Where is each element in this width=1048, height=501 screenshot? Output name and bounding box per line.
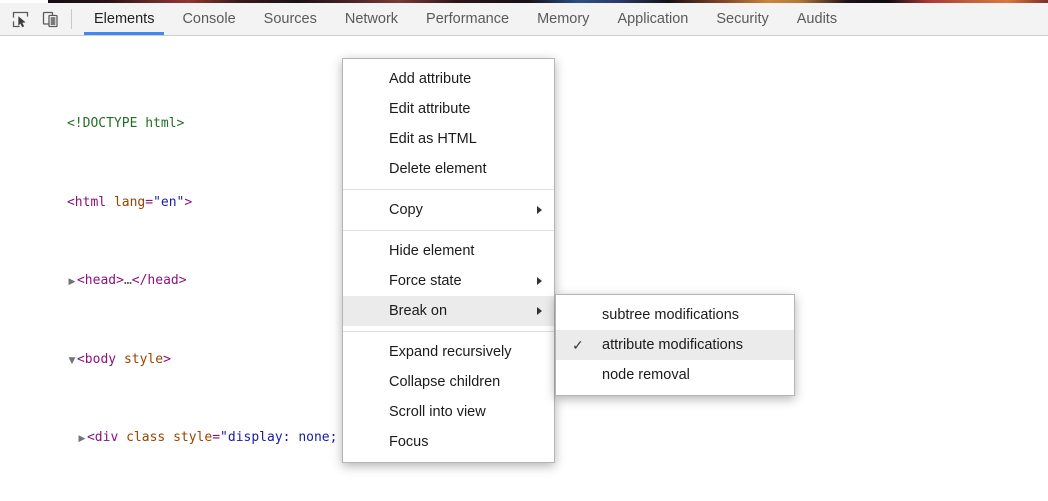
attr-name: lang <box>114 195 145 210</box>
submenu-item-subtree-modifications[interactable]: subtree modifications <box>556 300 794 330</box>
devtools-window: Elements Console Sources Network Perform… <box>0 0 1048 501</box>
menu-item-label: Copy <box>389 202 423 218</box>
menu-separator <box>343 189 554 190</box>
twisty-collapsed-icon[interactable]: ▶ <box>77 430 87 450</box>
tab-label: Performance <box>426 11 509 27</box>
devtools-toolbar: Elements Console Sources Network Perform… <box>0 3 1048 36</box>
menu-item-label: Edit as HTML <box>389 131 477 147</box>
tab-label: Application <box>617 11 688 27</box>
break-on-submenu[interactable]: subtree modifications ✓ attribute modific… <box>555 294 795 396</box>
tab-memory[interactable]: Memory <box>523 3 603 35</box>
tab-security[interactable]: Security <box>702 3 782 35</box>
menu-item-label: Break on <box>389 303 447 319</box>
tab-application[interactable]: Application <box>603 3 702 35</box>
doctype-text: <!DOCTYPE html> <box>67 116 184 131</box>
attr-name: style <box>124 352 163 367</box>
device-toolbar-icon[interactable] <box>35 3 65 35</box>
menu-item-scroll-into-view[interactable]: Scroll into view <box>343 397 554 427</box>
panel-tabs: Elements Console Sources Network Perform… <box>80 3 851 35</box>
twisty-collapsed-icon[interactable]: ▶ <box>67 273 77 293</box>
menu-item-expand-recursively[interactable]: Expand recursively <box>343 337 554 367</box>
menu-item-label: Delete element <box>389 161 487 177</box>
menu-item-force-state[interactable]: Force state <box>343 266 554 296</box>
submenu-item-attribute-modifications[interactable]: ✓ attribute modifications <box>556 330 794 360</box>
tag-name: body <box>85 352 116 367</box>
menu-item-add-attribute[interactable]: Add attribute <box>343 64 554 94</box>
twisty: ▶ <box>57 195 67 215</box>
tab-label: Sources <box>264 11 317 27</box>
tab-network[interactable]: Network <box>331 3 412 35</box>
tab-label: Elements <box>94 11 154 27</box>
menu-item-edit-as-html[interactable]: Edit as HTML <box>343 124 554 154</box>
tab-label: Network <box>345 11 398 27</box>
tag-open: < <box>67 195 75 210</box>
menu-item-label: Edit attribute <box>389 101 470 117</box>
menu-item-break-on[interactable]: Break on <box>343 296 554 326</box>
menu-item-delete-element[interactable]: Delete element <box>343 154 554 184</box>
tab-label: Audits <box>797 11 837 27</box>
chevron-right-icon <box>537 277 542 285</box>
menu-item-label: Expand recursively <box>389 344 512 360</box>
tab-performance[interactable]: Performance <box>412 3 523 35</box>
check-icon: ✓ <box>572 330 584 360</box>
menu-item-label: Add attribute <box>389 71 471 87</box>
tag-name: html <box>75 195 106 210</box>
menu-item-hide-element[interactable]: Hide element <box>343 236 554 266</box>
tab-label: Memory <box>537 11 589 27</box>
tab-audits[interactable]: Audits <box>783 3 851 35</box>
submenu-item-label: attribute modifications <box>602 337 743 353</box>
tab-label: Security <box>716 11 768 27</box>
menu-item-label: Focus <box>389 434 429 450</box>
tab-console[interactable]: Console <box>168 3 249 35</box>
attr-value: "en" <box>153 195 184 210</box>
chevron-right-icon <box>537 307 542 315</box>
menu-item-label: Scroll into view <box>389 404 486 420</box>
tab-elements[interactable]: Elements <box>80 3 168 35</box>
tab-sources[interactable]: Sources <box>250 3 331 35</box>
tag-name: div <box>95 430 118 445</box>
menu-item-copy[interactable]: Copy <box>343 195 554 225</box>
inspect-element-icon[interactable] <box>5 3 35 35</box>
dom-row-comment-header-start[interactable]: ▶<!-- header start --> <box>0 487 1048 501</box>
twisty-expanded-icon[interactable]: ▼ <box>67 352 77 372</box>
tag-name: head <box>85 273 116 288</box>
menu-item-edit-attribute[interactable]: Edit attribute <box>343 94 554 124</box>
menu-item-label: Force state <box>389 273 462 289</box>
submenu-item-node-removal[interactable]: node removal <box>556 360 794 390</box>
tab-label: Console <box>182 11 235 27</box>
menu-item-collapse-children[interactable]: Collapse children <box>343 367 554 397</box>
context-menu[interactable]: Add attribute Edit attribute Edit as HTM… <box>342 58 555 463</box>
menu-separator <box>343 331 554 332</box>
menu-separator <box>343 230 554 231</box>
submenu-item-label: subtree modifications <box>602 307 739 323</box>
submenu-item-label: node removal <box>602 367 690 383</box>
twisty: ▶ <box>57 116 67 136</box>
chevron-right-icon <box>537 206 542 214</box>
menu-item-label: Hide element <box>389 243 474 259</box>
menu-item-label: Collapse children <box>389 374 500 390</box>
menu-item-focus[interactable]: Focus <box>343 427 554 457</box>
toolbar-separator <box>71 9 72 29</box>
